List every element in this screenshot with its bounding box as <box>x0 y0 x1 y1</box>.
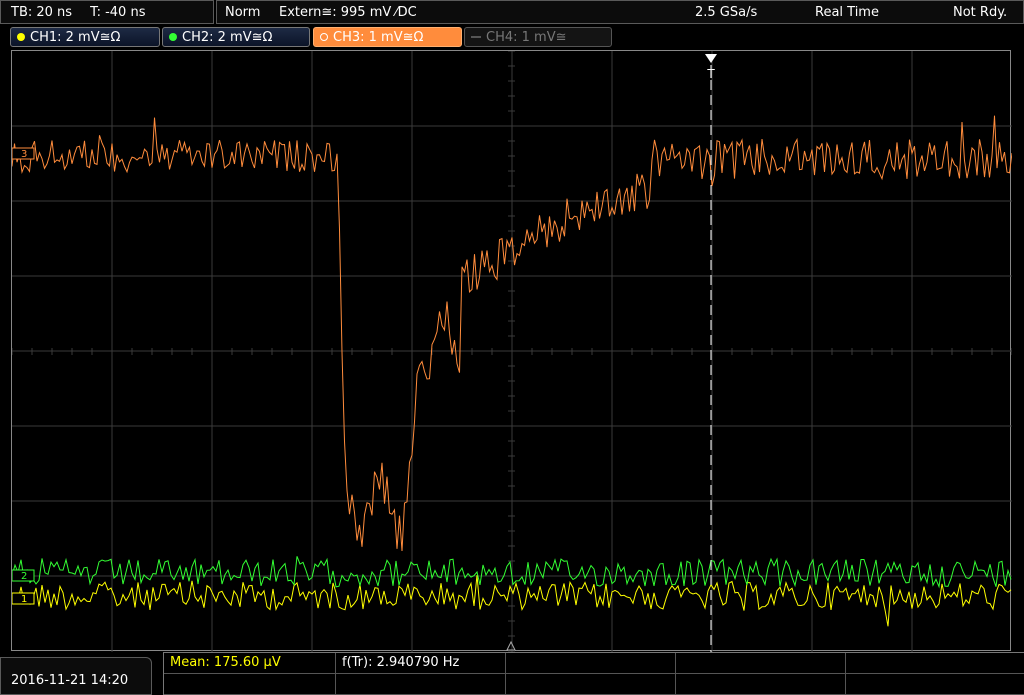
channel-1-label: CH1: 2 mV≅Ω <box>30 29 121 45</box>
datetime-display: 2016-11-21 14:20 <box>0 657 152 695</box>
channel-2-label: CH2: 2 mV≅Ω <box>182 29 273 45</box>
timebase-value[interactable]: TB: 20 ns <box>11 5 72 20</box>
acquisition-mode[interactable]: Real Time <box>815 5 879 20</box>
sample-rate[interactable]: 2.5 GSa/s <box>695 5 757 20</box>
channel-1-tab[interactable]: CH1: 2 mV≅Ω <box>10 27 160 47</box>
measurement-slot-7[interactable] <box>336 674 506 695</box>
datetime-value: 2016-11-21 14:20 <box>11 673 129 688</box>
measurement-slot-6[interactable] <box>164 674 336 695</box>
measurement-slot-8[interactable] <box>506 674 676 695</box>
measurement-slot-9[interactable] <box>676 674 846 695</box>
trigger-mode[interactable]: Norm <box>225 5 260 20</box>
trigger-time-value[interactable]: T: -40 ns <box>90 5 145 20</box>
svg-text:3: 3 <box>21 149 27 160</box>
channel-3-dot-icon <box>320 33 328 41</box>
mean-measurement[interactable]: Mean: 175.60 µV <box>164 653 336 674</box>
svg-text:2: 2 <box>21 571 27 582</box>
trigger-source[interactable]: Extern≅: 995 mV ⁄DC <box>279 5 417 20</box>
channel-4-dash-icon <box>471 36 481 38</box>
waveform-display[interactable]: T 3 2 1 <box>11 50 1012 652</box>
measurement-slot-10[interactable] <box>846 674 1024 695</box>
trigger-bar[interactable]: Norm Extern≅: 995 mV ⁄DC 2.5 GSa/s Real … <box>216 0 1024 24</box>
channel-2-ref-marker[interactable]: 2 <box>12 569 35 582</box>
trigger-arrow-icon[interactable] <box>705 54 717 63</box>
channel-1-ref-marker[interactable]: 1 <box>12 592 35 605</box>
measurement-panel[interactable]: Mean: 175.60 µV f(Tr): 2.940790 Hz <box>163 652 1024 695</box>
channel-3-label: CH3: 1 mV≅Ω <box>333 29 424 45</box>
horizontal-position-icon[interactable] <box>506 640 516 651</box>
timebase-bar[interactable]: TB: 20 ns T: -40 ns <box>0 0 214 24</box>
channel-3-ref-marker[interactable]: 3 <box>12 147 35 160</box>
trigger-marker-label: T <box>706 67 715 81</box>
measurement-slot-4[interactable] <box>676 653 846 674</box>
graticule <box>12 51 1012 652</box>
channel-4-tab[interactable]: CH4: 1 mV≅ <box>464 27 612 47</box>
waveform-canvas: T 3 2 1 <box>12 51 1012 652</box>
channel-3-tab[interactable]: CH3: 1 mV≅Ω <box>313 27 462 47</box>
measurement-slot-5[interactable] <box>846 653 1024 674</box>
svg-text:1: 1 <box>21 594 27 605</box>
channel-1-dot-icon <box>17 33 25 41</box>
channel-2-tab[interactable]: CH2: 2 mV≅Ω <box>162 27 310 47</box>
channel-2-dot-icon <box>169 33 177 41</box>
measurement-slot-3[interactable] <box>506 653 676 674</box>
run-status[interactable]: Not Rdy. <box>953 5 1007 20</box>
trigger-frequency-measurement[interactable]: f(Tr): 2.940790 Hz <box>336 653 506 674</box>
channel-4-label: CH4: 1 mV≅ <box>486 29 567 45</box>
